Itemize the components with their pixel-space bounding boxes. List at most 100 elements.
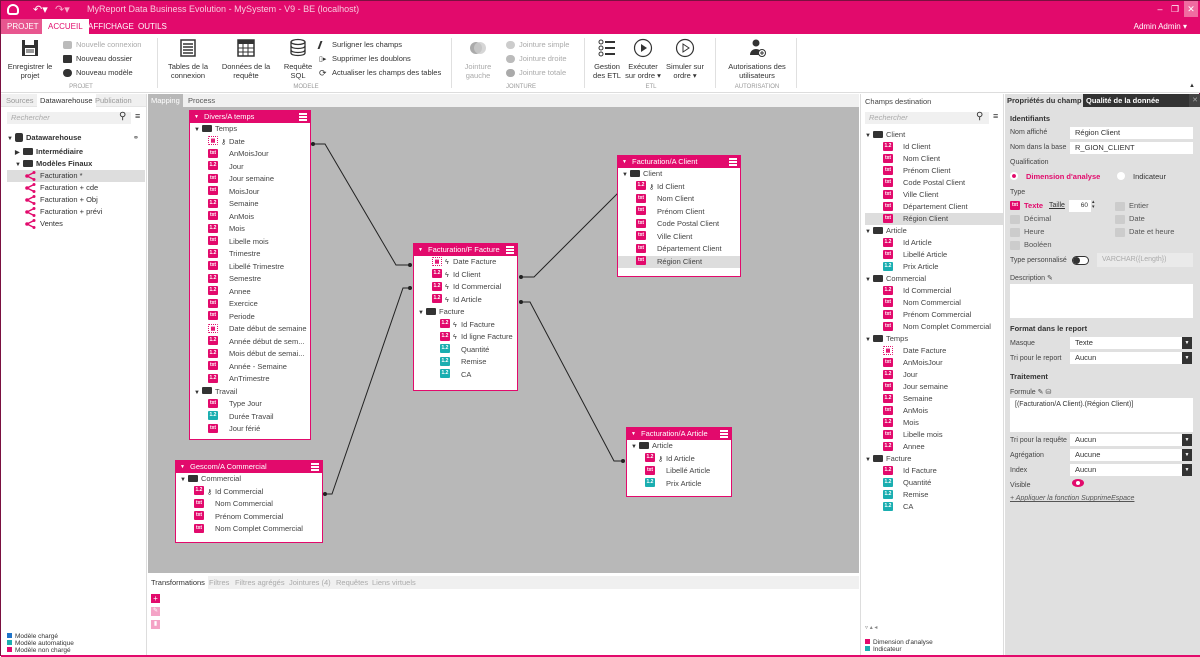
field-row[interactable]: txt MoisJour [190,186,310,199]
tab-datawarehouse[interactable]: Datawarehouse [37,94,96,107]
collapse-ribbon-icon[interactable]: ▲ [1189,83,1195,89]
field-row[interactable]: txt Prénom Client [865,165,1003,177]
field-row[interactable]: txt Nom Client [618,193,740,206]
folder-row[interactable]: ▼ Temps [865,333,1003,345]
tab-data-quality[interactable]: Qualité de la donnée [1083,94,1189,107]
close-icon[interactable]: ✕ [1184,1,1198,17]
sql-query-button[interactable]: Requête SQL [281,38,315,80]
field-row[interactable]: txt Département Client [618,243,740,256]
field-row[interactable]: 1.2 Semaine [865,393,1003,405]
dest-search-input[interactable]: Rechercher [865,112,989,124]
tab-transformations[interactable]: Transformations [148,576,208,589]
field-row[interactable]: txt Nom Commercial [176,498,322,511]
radio-dimension[interactable] [1010,172,1018,180]
field-row[interactable]: txt Exercice [190,298,310,311]
field-row[interactable]: 1.2 Id Article [865,237,1003,249]
display-name-input[interactable]: Région Client [1070,127,1193,139]
field-row[interactable]: 1.2 Quantité [414,344,517,357]
folder-row[interactable]: ▼ Client [865,129,1003,141]
field-row[interactable]: 1.2 ϟ Id Facture [414,319,517,332]
field-row[interactable]: ▦ ϟ Date Facture [414,256,517,269]
field-row[interactable]: 1.2 Jour [865,369,1003,381]
tab-sources[interactable]: Sources [3,94,37,107]
sync-icon[interactable]: ⚭ [133,132,139,144]
index-select[interactable]: Aucun [1070,464,1182,476]
save-project-button[interactable]: Enregistrer le projet [7,38,53,80]
field-row[interactable]: txt Année - Semaine [190,361,310,374]
field-row[interactable]: txt Ville Client [618,231,740,244]
simulate-on-demand-button[interactable]: Simuler sur ordre ▾ [665,38,705,80]
field-row[interactable]: 1.2 ϟ Id Commercial [414,281,517,294]
field-row[interactable]: 1.2 ⚷ Id Article [627,453,731,466]
tab-requetes[interactable]: Requêtes [333,576,371,589]
join-link[interactable] [325,287,410,495]
field-row[interactable]: txt Nom Client [865,153,1003,165]
field-row[interactable]: txt Libellé Trimestre [190,261,310,274]
field-row[interactable]: 1.2 Id Client [865,141,1003,153]
field-row[interactable]: 1.2 Semaine [190,198,310,211]
field-row[interactable]: 1.2 Annee [865,441,1003,453]
right-join-button[interactable]: Jointure droite [506,54,567,64]
tab-liens-virtuels[interactable]: Liens virtuels [369,576,419,589]
size-spinner-icon[interactable]: ▴ ▾ [1092,200,1095,210]
minimize-icon[interactable]: – [1153,1,1167,17]
query-sort-select[interactable]: Aucun [1070,434,1182,446]
field-row[interactable]: 1.2 Année début de sem... [190,336,310,349]
filter-icon[interactable]: ▿ [865,625,868,631]
field-row[interactable]: txt Département Client [865,201,1003,213]
new-connection-button[interactable]: Nouvelle connexion [63,40,141,50]
tab-outils[interactable]: OUTILS [132,19,173,34]
full-join-button[interactable]: Jointure totale [506,68,566,78]
tree-folder[interactable]: ▶ Intermédiaire [7,146,145,158]
table-divers-temps[interactable]: Divers/A temps▼Temps▦⚷DatetxtAnMoisJour1… [189,110,311,440]
custom-type-input[interactable]: VARCHAR({Length}) [1097,253,1193,267]
table-menu-icon[interactable] [299,113,307,121]
chevron-down-icon[interactable]: ▼ [1182,352,1192,364]
field-row[interactable]: txt Libellé Article [627,465,731,478]
field-row[interactable]: txt Nom Complet Commercial [176,523,322,536]
tree-folder[interactable]: ▼ Modèles Finaux [7,158,145,170]
chevron-down-icon[interactable]: ▼ [1182,337,1192,349]
field-row[interactable]: txt Jour férié [190,423,310,436]
table-header[interactable]: Facturation/A Client [618,156,740,168]
type-texte-option[interactable]: txt Texte [1010,200,1043,211]
pencil-icon[interactable]: ✎ [1047,275,1053,282]
field-row[interactable]: txt Nom Commercial [865,297,1003,309]
field-row[interactable]: 1.2 Remise [414,356,517,369]
field-row[interactable]: txt AnMois [190,211,310,224]
field-row[interactable]: 1.2 Quantité [865,477,1003,489]
type-heure-option[interactable]: Heure [1010,227,1044,237]
type-entier-option[interactable]: Entier [1115,201,1149,211]
field-row[interactable]: ▦ ⚷ Date [190,136,310,149]
new-folder-button[interactable]: Nouveau dossier [63,54,132,64]
hamburger-menu-icon[interactable]: ≡ [135,111,140,121]
field-row[interactable]: 1.2 Annee [190,286,310,299]
tree-model-item[interactable]: Facturation + Obj [7,194,145,206]
field-row[interactable]: txt Nom Complet Commercial [865,321,1003,333]
table-facturation-facture[interactable]: Facturation/F Facture▦ϟDate Facture 1.2ϟI… [413,243,518,391]
aggregation-select[interactable]: Aucune [1070,449,1182,461]
field-row[interactable]: txt Région Client [865,213,1003,225]
new-model-button[interactable]: Nouveau modèle [63,68,133,78]
field-row[interactable]: txt AnMoisJour [190,148,310,161]
move-up-icon[interactable]: ▴ [870,625,873,631]
close-panel-icon[interactable]: ✕ [1189,94,1200,107]
user-menu[interactable]: Admin Admin ▾ [1134,19,1187,34]
table-header[interactable]: Facturation/F Facture [414,244,517,256]
field-row[interactable]: 1.2 Durée Travail [190,411,310,424]
table-menu-icon[interactable] [720,430,728,438]
add-transformation-button[interactable]: + [151,594,160,603]
field-row[interactable]: 1.2 Trimestre [190,248,310,261]
folder-row[interactable]: ▼ Client [618,168,740,181]
folder-row[interactable]: ▼ Commercial [865,273,1003,285]
table-header[interactable]: Gescom/A Commercial [176,461,322,473]
field-row[interactable]: txt Région Client [618,255,740,268]
eye-icon[interactable] [1072,479,1084,487]
folder-row[interactable]: ▼ Article [627,440,731,453]
table-header[interactable]: Facturation/A Article [627,428,731,440]
database-icon[interactable]: ⛁ [1045,389,1051,396]
field-row[interactable]: 1.2 ϟ Id Article [414,294,517,307]
field-row[interactable]: 1.2 Id Commercial [865,285,1003,297]
folder-row[interactable]: ▼ Facture [865,453,1003,465]
chevron-down-icon[interactable]: ▼ [1182,434,1192,446]
